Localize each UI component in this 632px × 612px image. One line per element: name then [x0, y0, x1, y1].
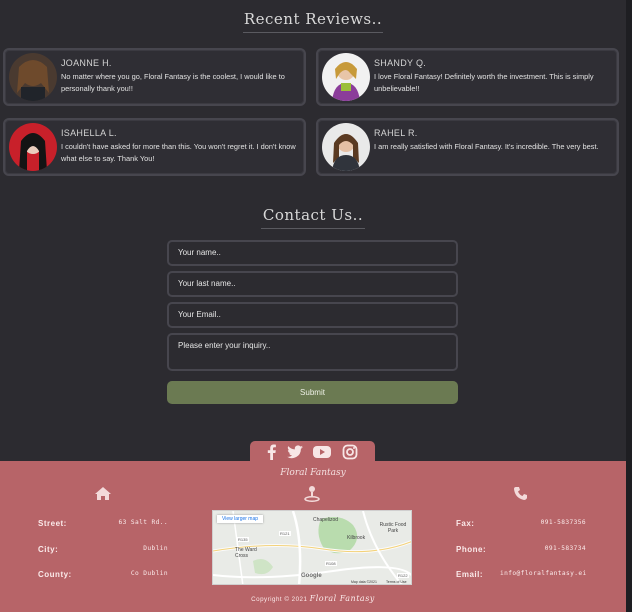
- google-logo: Google: [301, 573, 322, 579]
- name-field[interactable]: Your name..: [167, 240, 458, 266]
- review-name: RAHEL R.: [374, 128, 418, 138]
- map-place-label: Rustic Food Park: [379, 522, 407, 534]
- county-label: County:: [38, 570, 72, 579]
- county-value: Co Dublin: [130, 570, 168, 577]
- review-text: I am really satisfied with Floral Fantas…: [374, 142, 599, 151]
- avatar: [9, 53, 57, 101]
- review-card: JOANNE H. No matter where you go, Floral…: [3, 48, 306, 106]
- street-value: 63 Salt Rd..: [118, 519, 168, 526]
- contact-title: Contact Us..: [0, 206, 626, 229]
- review-name: JOANNE H.: [61, 58, 112, 68]
- avatar: [322, 53, 370, 101]
- location-icon: [304, 486, 320, 502]
- phone-value: 091-583734: [544, 545, 586, 552]
- review-text: No matter where you go, Floral Fantasy i…: [61, 72, 285, 93]
- facebook-icon[interactable]: [264, 444, 278, 460]
- street-label: Street:: [38, 519, 67, 528]
- review-text: I love Floral Fantasy! Definitely worth …: [374, 72, 594, 93]
- city-label: City:: [38, 545, 59, 554]
- map-place-label: Chapelizod: [313, 517, 339, 523]
- road-label: R135: [237, 537, 249, 542]
- review-name: SHANDY Q.: [374, 58, 427, 68]
- last-name-field[interactable]: Your last name..: [167, 271, 458, 297]
- road-label: R121: [279, 531, 291, 536]
- map-terms-link[interactable]: Terms of Use: [386, 580, 407, 584]
- view-larger-map-link[interactable]: View larger map: [217, 515, 264, 523]
- copyright: Copyright © 2021 Floral Fantasy: [251, 594, 375, 603]
- phone-label: Phone:: [456, 545, 487, 554]
- review-card: RAHEL R. I am really satisfied with Flor…: [316, 118, 619, 176]
- map-place-label: Kilbrook: [347, 535, 366, 541]
- fax-label: Fax:: [456, 519, 475, 528]
- footer-brand: Floral Fantasy: [280, 468, 346, 478]
- fax-value: 091-5837356: [540, 519, 586, 526]
- instagram-icon[interactable]: [342, 444, 358, 460]
- avatar: [9, 123, 57, 171]
- social-bar: [250, 441, 375, 463]
- map[interactable]: View larger map Chapelizod Kilbrook Rust…: [212, 510, 412, 585]
- scrollbar[interactable]: [626, 0, 632, 612]
- review-text: I couldn't have asked for more than this…: [61, 142, 296, 163]
- avatar: [322, 123, 370, 171]
- road-label: R108: [325, 561, 337, 566]
- map-attribution: Map data ©2021: [351, 580, 377, 584]
- map-place-label: The Ward Cross: [235, 547, 257, 559]
- submit-button[interactable]: Submit: [167, 381, 458, 404]
- home-icon: [95, 487, 111, 500]
- email-value: info@floralfantasy.ei: [500, 570, 587, 577]
- review-card: SHANDY Q. I love Floral Fantasy! Definit…: [316, 48, 619, 106]
- city-value: Dublin: [143, 545, 168, 552]
- email-field[interactable]: Your Email..: [167, 302, 458, 328]
- phone-icon: [514, 487, 527, 500]
- inquiry-textarea[interactable]: Please enter your inquiry..: [167, 333, 458, 371]
- review-card: ISAHELLA L. I couldn't have asked for mo…: [3, 118, 306, 176]
- email-label: Email:: [456, 570, 484, 579]
- twitter-icon[interactable]: [286, 444, 304, 460]
- reviews-title: Recent Reviews..: [0, 10, 626, 33]
- road-label: R122: [397, 573, 409, 578]
- review-name: ISAHELLA L.: [61, 128, 117, 138]
- youtube-icon[interactable]: [312, 444, 332, 460]
